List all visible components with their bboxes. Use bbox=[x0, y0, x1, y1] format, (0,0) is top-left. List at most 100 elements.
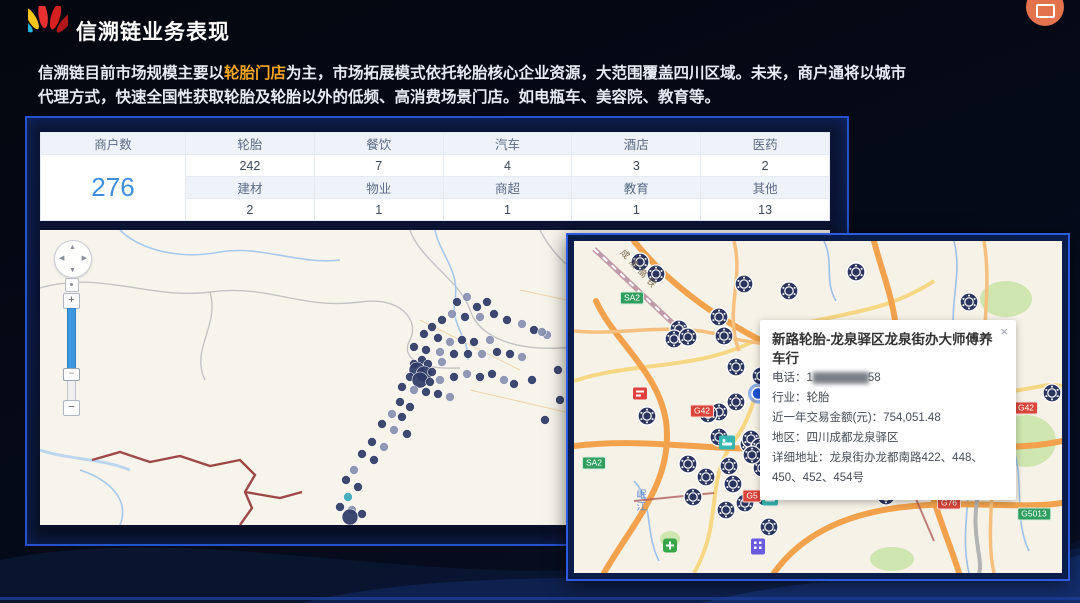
tire-store-icon[interactable] bbox=[717, 501, 735, 519]
merchant-dot[interactable] bbox=[554, 366, 563, 375]
merchant-dot[interactable] bbox=[370, 456, 379, 465]
merchant-dot[interactable] bbox=[500, 376, 509, 385]
map-zoom-out-button[interactable]: − bbox=[63, 400, 80, 416]
merchant-dot[interactable] bbox=[358, 450, 367, 459]
merchant-dot[interactable] bbox=[342, 476, 351, 485]
merchant-dot[interactable] bbox=[390, 426, 399, 435]
merchant-dot[interactable] bbox=[420, 330, 429, 339]
tire-store-icon[interactable] bbox=[720, 457, 738, 475]
tire-store-icon[interactable] bbox=[679, 328, 697, 346]
merchant-dot[interactable] bbox=[342, 509, 358, 525]
merchant-dot[interactable] bbox=[470, 338, 479, 347]
map-zoom-in-button[interactable]: + bbox=[63, 293, 80, 309]
merchant-dot[interactable] bbox=[556, 396, 565, 405]
merchant-dot[interactable] bbox=[406, 403, 415, 412]
map-zoom-handle[interactable]: − bbox=[63, 368, 80, 381]
merchant-dot[interactable] bbox=[476, 313, 485, 322]
merchant-dot[interactable] bbox=[410, 343, 419, 352]
merchant-dot[interactable] bbox=[426, 378, 435, 387]
tire-store-icon[interactable] bbox=[710, 308, 728, 326]
merchant-dot[interactable] bbox=[398, 413, 407, 422]
tire-store-icon[interactable] bbox=[847, 263, 865, 281]
tire-store-icon[interactable] bbox=[684, 488, 702, 506]
pan-left-icon[interactable]: ◀ bbox=[59, 255, 64, 262]
merchant-dot[interactable] bbox=[528, 376, 537, 385]
merchant-dot[interactable] bbox=[510, 380, 519, 389]
merchant-dot[interactable] bbox=[518, 353, 527, 362]
merchant-dot[interactable] bbox=[448, 310, 457, 319]
merchant-dot[interactable] bbox=[461, 313, 470, 322]
cell-value: 7 bbox=[314, 155, 443, 177]
tire-store-icon[interactable] bbox=[727, 393, 745, 411]
tire-store-icon[interactable] bbox=[1043, 384, 1061, 402]
merchant-dot[interactable] bbox=[538, 328, 547, 337]
tire-store-icon[interactable] bbox=[760, 518, 778, 536]
popup-close-icon[interactable]: × bbox=[1000, 324, 1008, 339]
merchant-dot[interactable] bbox=[518, 320, 527, 329]
merchant-dot[interactable] bbox=[463, 293, 472, 302]
merchant-dot[interactable] bbox=[358, 510, 367, 519]
merchant-dot[interactable] bbox=[434, 334, 443, 343]
merchant-dot[interactable] bbox=[450, 373, 459, 382]
pan-down-icon[interactable]: ▼ bbox=[69, 267, 76, 274]
merchant-dot[interactable] bbox=[506, 350, 515, 359]
merchant-dot[interactable] bbox=[446, 393, 455, 402]
merchant-dot[interactable] bbox=[438, 316, 447, 325]
merchant-dot[interactable] bbox=[530, 326, 539, 335]
merchant-dot[interactable] bbox=[476, 373, 485, 382]
map-zoom-track[interactable] bbox=[67, 308, 76, 374]
tire-store-icon[interactable] bbox=[697, 468, 715, 486]
merchant-dot[interactable] bbox=[446, 338, 455, 347]
merchant-dot[interactable] bbox=[541, 416, 550, 425]
merchant-dot[interactable] bbox=[350, 466, 359, 475]
tire-store-icon[interactable] bbox=[743, 446, 761, 464]
merchant-dot[interactable] bbox=[428, 323, 437, 332]
merchant-dot[interactable] bbox=[388, 410, 397, 419]
detail-map[interactable]: 成渝高铁 岷江 SA2SA2G42G42G5G76G5013 × 新路轮胎-龙泉… bbox=[574, 241, 1062, 573]
merchant-dot[interactable] bbox=[368, 438, 377, 447]
tire-store-icon[interactable] bbox=[960, 293, 978, 311]
merchant-dot[interactable] bbox=[410, 386, 419, 395]
merchant-dot[interactable] bbox=[396, 398, 405, 407]
pan-right-icon[interactable]: ▶ bbox=[82, 255, 87, 262]
merchant-dot[interactable] bbox=[422, 388, 431, 397]
merchant-dot[interactable] bbox=[380, 443, 389, 452]
merchant-dot[interactable] bbox=[478, 350, 487, 359]
cell-value: 3 bbox=[572, 155, 701, 177]
merchant-dot[interactable] bbox=[450, 350, 459, 359]
corner-badge-icon[interactable] bbox=[1026, 0, 1064, 26]
merchant-dot[interactable] bbox=[463, 370, 472, 379]
merchant-dot[interactable] bbox=[434, 390, 443, 399]
merchant-dot[interactable] bbox=[503, 316, 512, 325]
tire-store-icon[interactable] bbox=[679, 455, 697, 473]
merchant-dot[interactable] bbox=[344, 493, 353, 502]
merchant-dot[interactable] bbox=[473, 303, 482, 312]
tire-store-icon[interactable] bbox=[715, 327, 733, 345]
merchant-dot[interactable] bbox=[488, 370, 497, 379]
merchant-dot[interactable] bbox=[464, 350, 473, 359]
tire-store-icon[interactable] bbox=[638, 407, 656, 425]
tire-store-icon[interactable] bbox=[727, 358, 745, 376]
tire-store-icon[interactable] bbox=[735, 275, 753, 293]
merchant-dot[interactable] bbox=[403, 430, 412, 439]
merchant-dot[interactable] bbox=[493, 348, 502, 357]
tire-store-icon[interactable] bbox=[780, 282, 798, 300]
map-pan-control[interactable]: ▲ ▼ ◀ ▶ bbox=[54, 240, 92, 278]
merchant-dot[interactable] bbox=[378, 420, 387, 429]
merchant-dot[interactable] bbox=[438, 358, 447, 367]
merchant-dot[interactable] bbox=[436, 348, 445, 357]
merchant-dot[interactable] bbox=[453, 298, 462, 307]
tire-store-icon[interactable] bbox=[724, 475, 742, 493]
merchant-dot[interactable] bbox=[354, 483, 363, 492]
merchant-dot[interactable] bbox=[483, 298, 492, 307]
merchant-dot[interactable] bbox=[490, 310, 499, 319]
merchant-dot[interactable] bbox=[486, 336, 495, 345]
merchant-dot[interactable] bbox=[428, 368, 437, 377]
merchant-dot[interactable] bbox=[436, 376, 445, 385]
merchant-dot[interactable] bbox=[458, 336, 467, 345]
merchant-dot[interactable] bbox=[336, 503, 345, 512]
merchant-dot[interactable] bbox=[398, 383, 407, 392]
pan-up-icon[interactable]: ▲ bbox=[69, 244, 76, 251]
map-zoom-reset-button[interactable] bbox=[65, 278, 79, 292]
merchant-dot[interactable] bbox=[422, 346, 431, 355]
